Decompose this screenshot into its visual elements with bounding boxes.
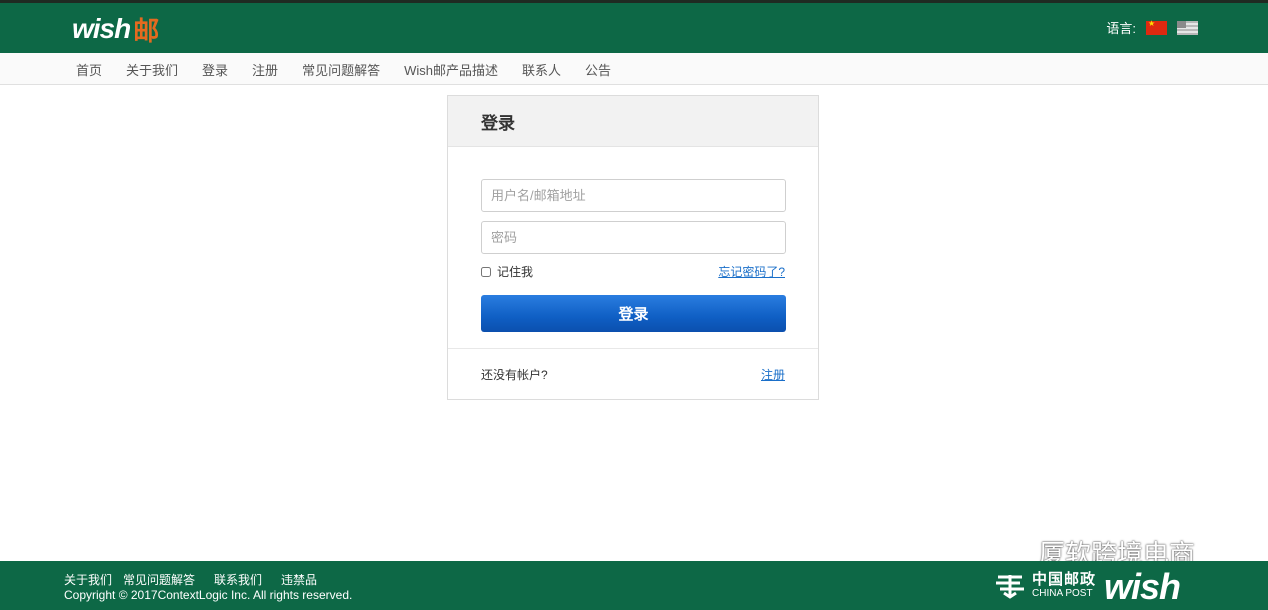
- page: wish 邮 语言: 首页 关于我们 登录 注册 常见问题解答 Wish邮产品描…: [0, 0, 1268, 610]
- china-post-logo: 中国邮政 CHINA POST: [994, 571, 1096, 599]
- footer-link-prohibited[interactable]: 违禁品: [281, 571, 317, 588]
- top-header: wish 邮 语言:: [0, 0, 1268, 53]
- login-card-title: 登录: [448, 96, 818, 147]
- china-post-cn: 中国邮政: [1032, 570, 1097, 588]
- password-input[interactable]: [481, 221, 786, 254]
- language-selector: 语言:: [1106, 18, 1198, 37]
- card-divider: [448, 348, 818, 349]
- nav-item-register[interactable]: 注册: [252, 60, 278, 79]
- logo-wish-text: wish: [72, 13, 131, 44]
- logo-you-text: 邮: [133, 16, 160, 47]
- nav-item-about[interactable]: 关于我们: [126, 60, 178, 79]
- nav-item-contact[interactable]: 联系人: [522, 60, 561, 79]
- remember-me-label: 记住我: [497, 265, 534, 279]
- nav-item-home[interactable]: 首页: [76, 60, 102, 79]
- register-link[interactable]: 注册: [761, 366, 785, 383]
- nav-items: 首页 关于我们 登录 注册 常见问题解答 Wish邮产品描述 联系人 公告: [76, 53, 611, 85]
- footer-link-about[interactable]: 关于我们: [64, 571, 112, 588]
- footer-links: 关于我们 常见问题解答 联系我们 违禁品: [64, 571, 317, 588]
- main-nav: 首页 关于我们 登录 注册 常见问题解答 Wish邮产品描述 联系人 公告: [0, 53, 1268, 85]
- nav-item-faq[interactable]: 常见问题解答: [302, 60, 380, 79]
- us-flag-icon[interactable]: [1177, 20, 1198, 35]
- china-post-en: CHINA POST: [1032, 587, 1093, 599]
- login-card: 登录 记住我 忘记密码了? 登录 还没有帐户? 注册: [447, 95, 819, 400]
- china-post-emblem-icon: [996, 575, 1024, 599]
- language-label: 语言:: [1106, 21, 1136, 36]
- footer-wish-logo: wish: [1104, 566, 1181, 607]
- no-account-text: 还没有帐户?: [481, 368, 548, 382]
- username-input[interactable]: [481, 179, 786, 212]
- login-button[interactable]: 登录: [481, 295, 786, 332]
- copyright-text: Copyright © 2017ContextLogic Inc. All ri…: [64, 588, 353, 602]
- forgot-password-link[interactable]: 忘记密码了?: [718, 263, 785, 280]
- china-flag-icon[interactable]: [1146, 19, 1167, 35]
- footer-link-faq[interactable]: 常见问题解答: [123, 571, 195, 588]
- nav-item-notice[interactable]: 公告: [585, 60, 611, 79]
- nav-item-product[interactable]: Wish邮产品描述: [404, 60, 498, 79]
- nav-item-login[interactable]: 登录: [202, 60, 228, 79]
- remember-me[interactable]: 记住我: [481, 263, 533, 280]
- remember-me-checkbox[interactable]: [481, 266, 491, 277]
- wish-you-logo[interactable]: wish 邮: [72, 9, 159, 49]
- footer-link-contact[interactable]: 联系我们: [214, 571, 262, 588]
